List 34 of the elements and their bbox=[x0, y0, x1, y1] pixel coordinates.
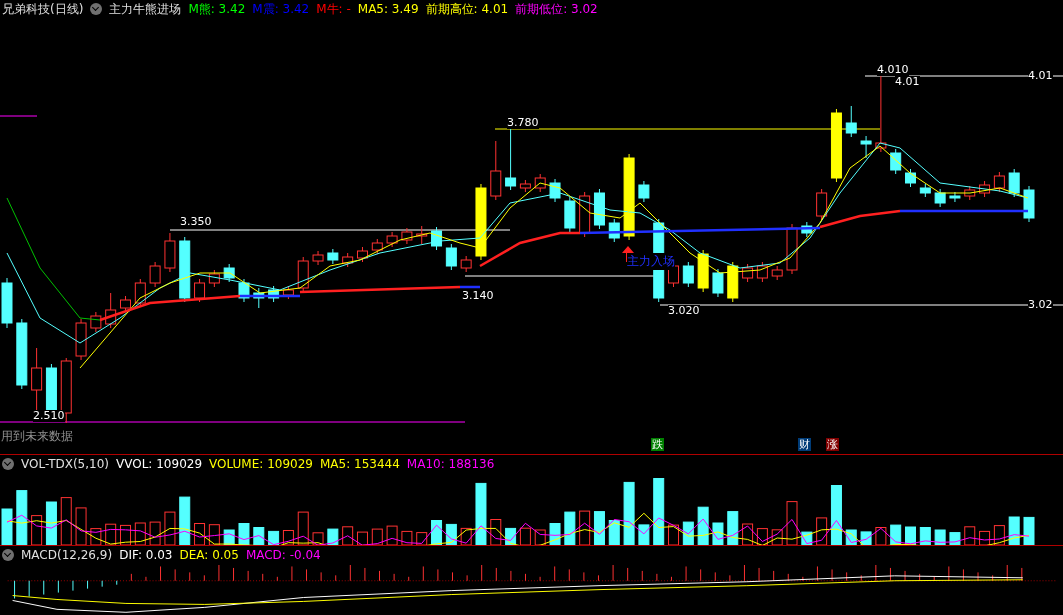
indicator-reading: VVOL: 109029 bbox=[116, 457, 203, 471]
indicator-reading: DEA: 0.05 bbox=[179, 547, 239, 562]
collapse-chevron-icon[interactable] bbox=[90, 3, 103, 15]
indicator-reading: M震: 3.42 bbox=[252, 0, 310, 18]
indicator-reading: MA10: 188136 bbox=[406, 457, 495, 471]
collapse-chevron-icon[interactable] bbox=[2, 458, 14, 470]
price-label: 3.780 bbox=[507, 117, 539, 129]
collapse-chevron-icon[interactable] bbox=[2, 548, 14, 561]
indicator-name[interactable]: VOL-TDX(5,10) bbox=[21, 457, 110, 471]
price-label: 2.510 bbox=[33, 410, 65, 422]
indicator-reading: M牛: - bbox=[316, 0, 351, 18]
signal-label: 主力入场 bbox=[627, 253, 675, 270]
indicator-reading: 前期高位: 4.01 bbox=[425, 0, 509, 18]
price-label: 3.020 bbox=[668, 305, 700, 317]
price-label: 3.350 bbox=[180, 216, 212, 228]
future-data-warning: 用到未来数据 bbox=[1, 428, 73, 445]
indicator-name[interactable]: MACD(12,26,9) bbox=[21, 547, 113, 562]
price-label: 3.140 bbox=[462, 290, 494, 302]
price-label: 4.01 bbox=[895, 76, 920, 88]
price-label: 4.01 bbox=[1028, 70, 1053, 82]
indicator-reading: M熊: 3.42 bbox=[188, 0, 246, 18]
indicator-reading: MA5: 153444 bbox=[319, 457, 400, 471]
indicator-name[interactable]: 主力牛熊进场 bbox=[109, 0, 182, 18]
indicator-reading: 前期低位: 3.02 bbox=[515, 0, 598, 18]
event-marker[interactable]: 涨 bbox=[826, 438, 839, 451]
event-marker[interactable]: 跌 bbox=[651, 438, 664, 451]
indicator-reading: MACD: -0.04 bbox=[245, 547, 321, 562]
event-marker[interactable]: 财 bbox=[798, 438, 811, 451]
indicator-reading: DIF: 0.03 bbox=[119, 547, 173, 562]
indicator-reading: VOLUME: 109029 bbox=[209, 457, 313, 471]
indicator-reading: MA5: 3.49 bbox=[357, 2, 419, 16]
price-label: 4.010 bbox=[877, 64, 909, 76]
price-label: 3.02 bbox=[1028, 299, 1053, 311]
stock-name: 兄弟科技(日线) bbox=[2, 0, 84, 18]
